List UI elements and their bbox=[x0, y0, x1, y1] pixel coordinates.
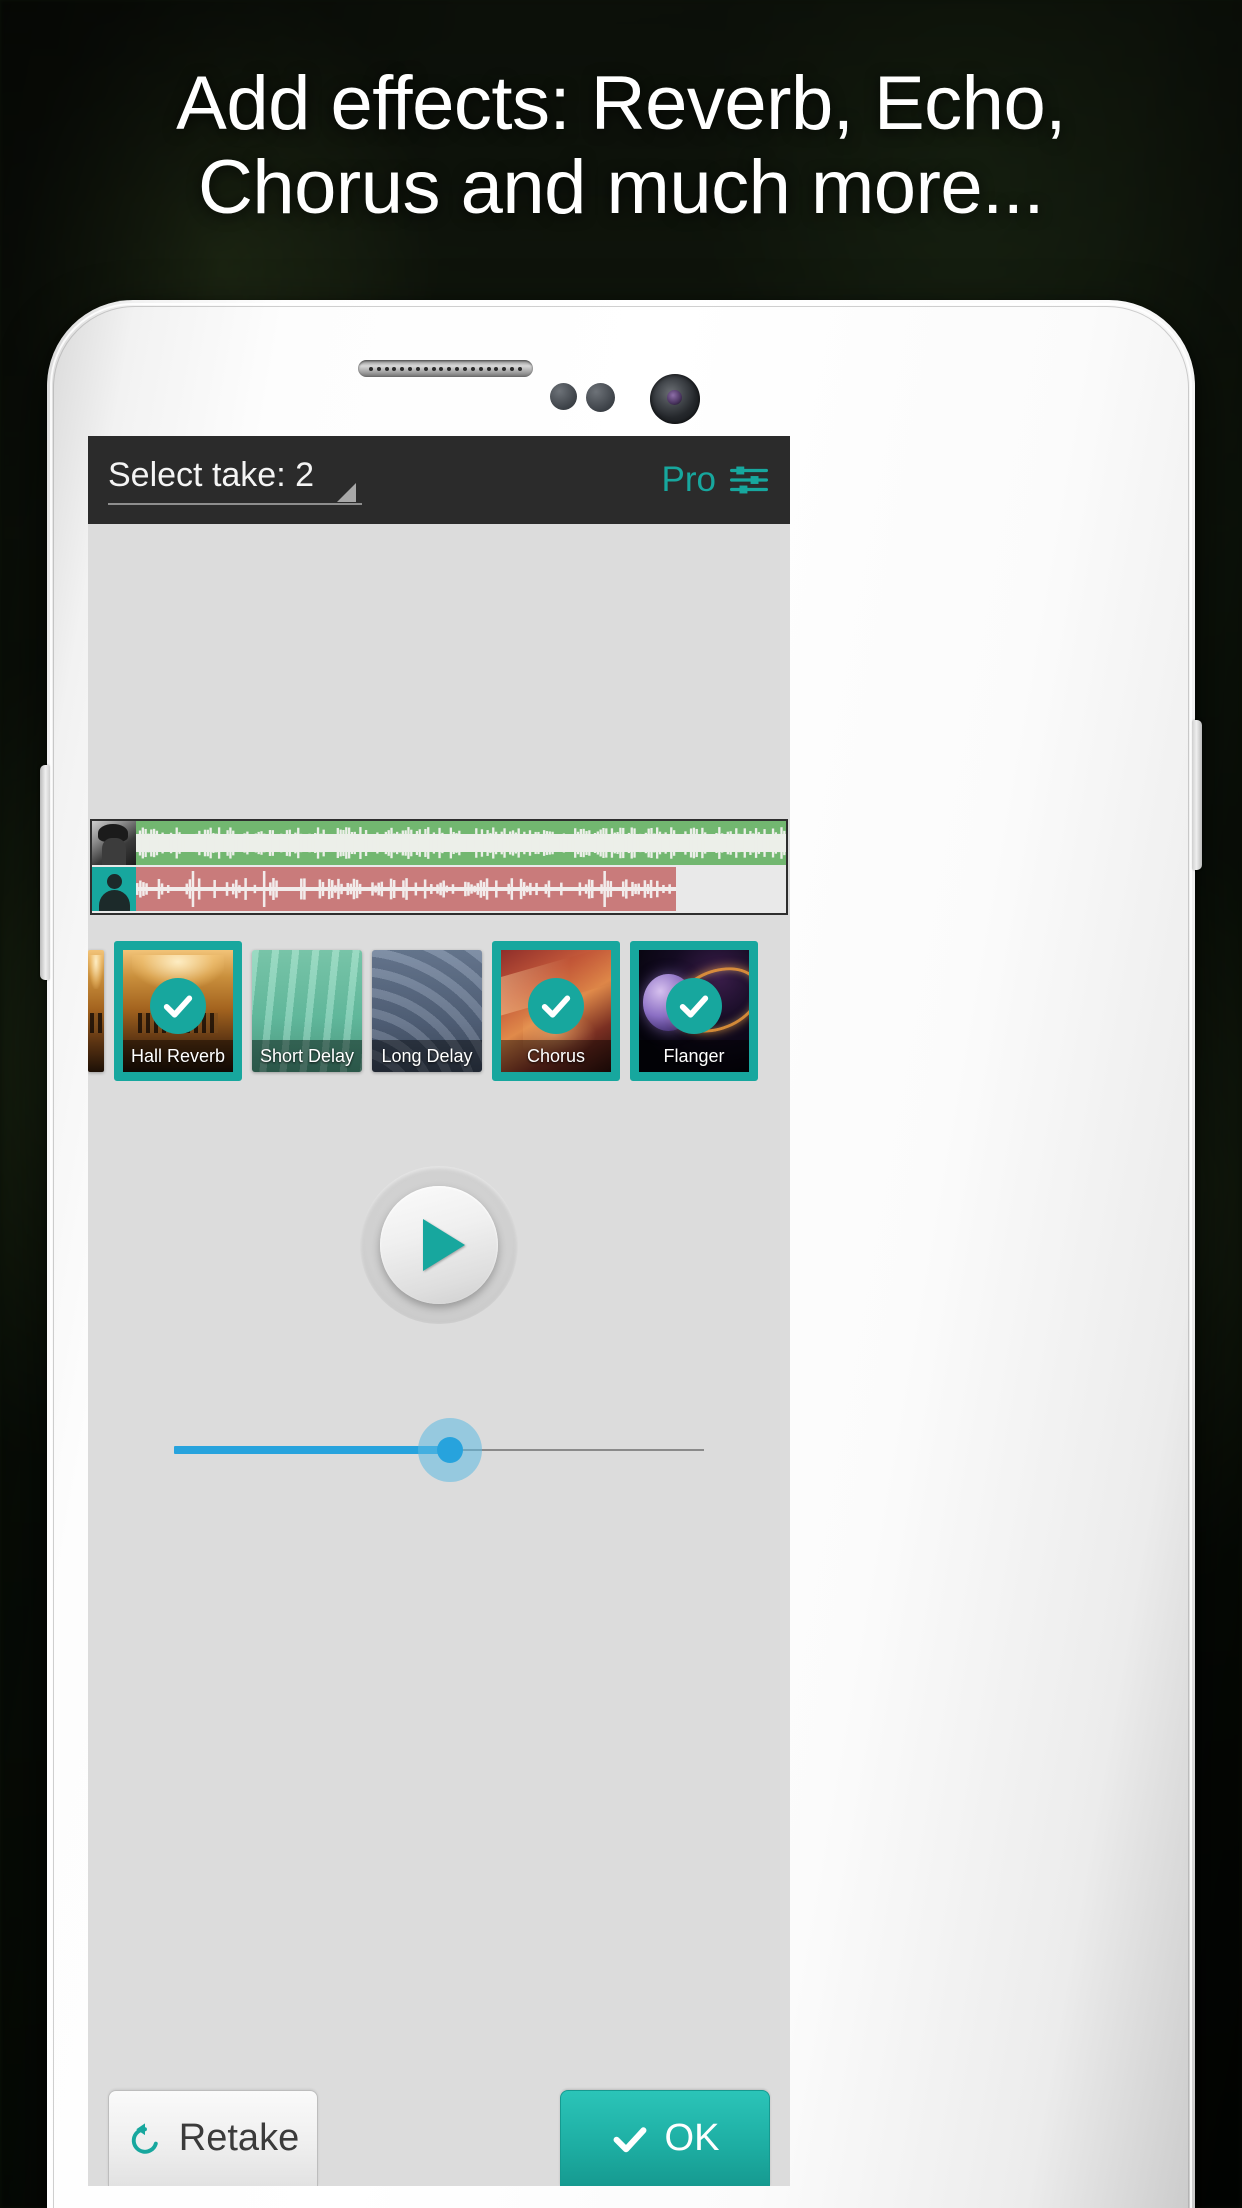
person-silhouette-avatar bbox=[92, 867, 136, 911]
power-button[interactable] bbox=[1192, 720, 1202, 870]
check-icon bbox=[613, 2126, 647, 2152]
headline-line-2: Chorus and much more... bbox=[198, 144, 1045, 230]
equalizer-sliders-icon[interactable] bbox=[730, 464, 768, 496]
seek-fill bbox=[174, 1446, 450, 1454]
volume-button[interactable] bbox=[40, 765, 50, 980]
selected-check-icon bbox=[150, 978, 206, 1035]
effect-card[interactable]: Hall Reverb bbox=[114, 941, 242, 1081]
pro-label[interactable]: Pro bbox=[662, 460, 716, 500]
transport-area bbox=[88, 1095, 790, 1395]
effect-label: Flanger bbox=[639, 1040, 749, 1072]
effect-label: Chorus bbox=[501, 1040, 611, 1072]
light-sensor-icon bbox=[586, 383, 615, 412]
effect-card[interactable]: Chorus bbox=[492, 941, 620, 1081]
track-row[interactable] bbox=[92, 821, 786, 865]
play-button-inner bbox=[380, 1186, 498, 1304]
effect-label: Short Delay bbox=[252, 1040, 362, 1072]
headline-line-1: Add effects: Reverb, Echo, bbox=[176, 61, 1066, 146]
play-triangle-icon bbox=[423, 1219, 465, 1271]
seek-thumb[interactable] bbox=[436, 1437, 463, 1463]
app-screen: Select take: 2 Pro Hall Reverb Short Del… bbox=[88, 436, 790, 2186]
retake-label: Retake bbox=[178, 2117, 300, 2159]
waveform-red-empty-tail bbox=[675, 867, 786, 911]
waveform-section bbox=[88, 819, 790, 915]
action-bar-right: Pro bbox=[662, 460, 768, 500]
earpiece-speaker-icon bbox=[358, 360, 533, 377]
effect-card-partial[interactable] bbox=[88, 950, 104, 1072]
waveform-red[interactable] bbox=[136, 867, 786, 911]
effect-label: Hall Reverb bbox=[123, 1040, 233, 1072]
action-bar: Select take: 2 Pro bbox=[88, 436, 790, 524]
front-camera-icon bbox=[650, 374, 700, 424]
spinner-underline bbox=[108, 502, 363, 505]
effect-card[interactable]: Long Delay bbox=[372, 950, 482, 1072]
ok-button[interactable]: OK bbox=[560, 2090, 770, 2186]
selected-check-icon bbox=[528, 978, 584, 1035]
bottom-button-bar: Retake OK bbox=[88, 2082, 790, 2186]
waveform-green-svg bbox=[136, 827, 786, 859]
effect-card[interactable]: Flanger bbox=[630, 941, 758, 1081]
take-selector-spinner[interactable]: Select take: 2 bbox=[108, 455, 363, 505]
phone-mockup: Select take: 2 Pro Hall Reverb Short Del… bbox=[40, 300, 1202, 2208]
retake-button[interactable]: Retake bbox=[108, 2090, 318, 2186]
triangle-down-icon bbox=[337, 482, 357, 502]
take-selector-label: Select take: 2 bbox=[108, 455, 315, 494]
undo-arrow-icon bbox=[131, 2122, 158, 2154]
effect-card[interactable]: Short Delay bbox=[252, 950, 362, 1072]
play-button[interactable] bbox=[360, 1166, 518, 1324]
selected-check-icon bbox=[666, 978, 722, 1035]
canvas-area bbox=[88, 524, 790, 819]
photo-avatar bbox=[92, 821, 136, 865]
seek-area bbox=[88, 1395, 790, 1505]
seek-slider[interactable] bbox=[174, 1418, 704, 1482]
ok-label: OK bbox=[664, 2117, 720, 2159]
proximity-sensor-icon bbox=[550, 383, 577, 410]
headline: Add effects: Reverb, Echo, Chorus and mu… bbox=[0, 62, 1242, 229]
waveform-panel[interactable] bbox=[90, 819, 788, 915]
effect-label: Long Delay bbox=[372, 1040, 482, 1072]
track-row[interactable] bbox=[92, 867, 786, 911]
waveform-green[interactable] bbox=[136, 821, 786, 865]
effects-carousel[interactable]: Hall Reverb Short Delay Long Delay Chorus Fl… bbox=[88, 927, 790, 1095]
